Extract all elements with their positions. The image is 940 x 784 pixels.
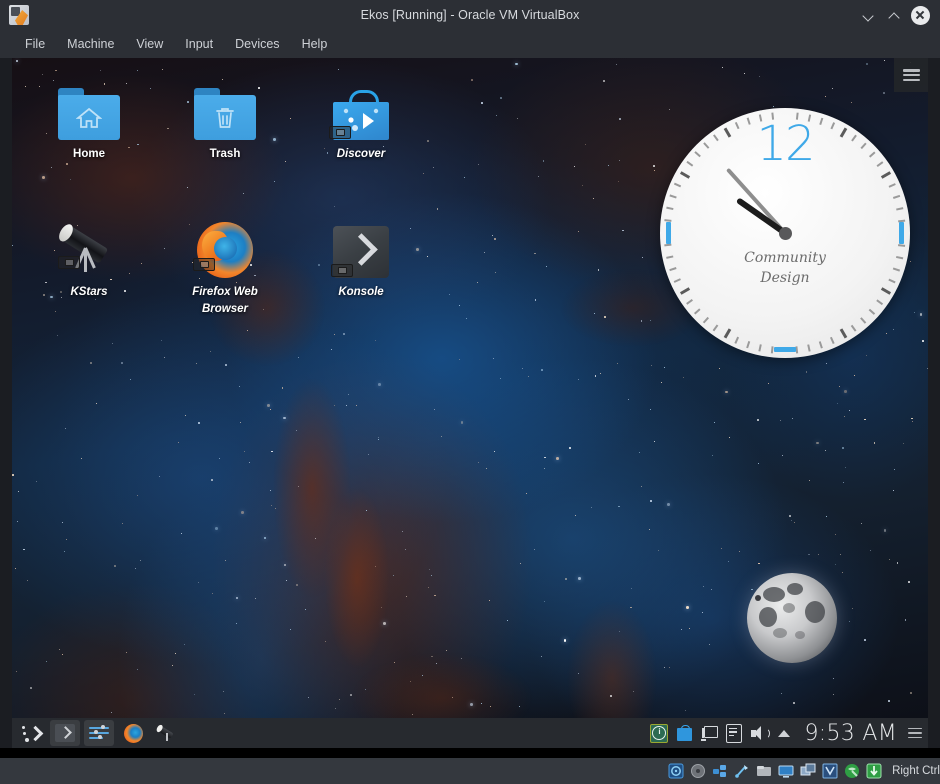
sliders-icon	[89, 724, 109, 742]
discover-updates-tray-icon[interactable]	[675, 724, 693, 742]
taskbar-clock[interactable]: 9:53 AM	[800, 721, 901, 746]
system-info-tray-icon[interactable]: i	[650, 723, 669, 743]
close-button[interactable]	[908, 3, 932, 27]
menubar: File Machine View Input Devices Help	[0, 30, 940, 58]
trash-folder-icon	[170, 80, 280, 140]
menu-input[interactable]: Input	[174, 33, 224, 55]
kde-menu-icon	[21, 724, 43, 743]
firefox-task[interactable]	[118, 720, 148, 746]
menu-machine[interactable]: Machine	[56, 33, 125, 55]
display-indicator[interactable]	[778, 763, 794, 779]
clock-caption-line1: Community	[744, 250, 826, 266]
clock-caption: Community Design	[660, 248, 910, 288]
moon-phase-widget[interactable]	[747, 573, 837, 663]
panel-menu-icon[interactable]	[908, 727, 922, 739]
link-badge-icon	[58, 256, 80, 269]
analog-clock-widget[interactable]: 12 Community Design	[660, 108, 910, 358]
clipboard-tray-icon[interactable]	[725, 723, 743, 743]
clock-numeral-12: 12	[756, 116, 815, 172]
desktop-corner-panel[interactable]	[894, 58, 928, 92]
link-badge-icon	[193, 258, 215, 271]
guest-additions-indicator[interactable]	[866, 763, 882, 779]
menu-file[interactable]: File	[14, 33, 56, 55]
discover-bag-icon	[306, 80, 416, 140]
minimize-button[interactable]	[856, 3, 880, 27]
desktop-icon-kstars[interactable]: KStars	[34, 218, 144, 301]
konsole-task[interactable]	[50, 720, 80, 746]
hamburger-menu-icon[interactable]	[902, 69, 920, 81]
telescope-icon	[157, 724, 177, 742]
desktop-icon-label: Konsole	[338, 286, 384, 298]
mouse-integration-indicator[interactable]	[844, 763, 860, 779]
desktop-icon-firefox[interactable]: Firefox Web Browser	[170, 218, 280, 318]
vm-bottom-border	[0, 748, 940, 758]
menu-view[interactable]: View	[125, 33, 174, 55]
kstars-task[interactable]	[152, 720, 182, 746]
desktop-icon-konsole[interactable]: Konsole	[306, 218, 416, 301]
konsole-terminal-icon	[306, 218, 416, 278]
window-title: Ekos [Running] - Oracle VM VirtualBox	[360, 8, 580, 22]
firefox-icon	[170, 218, 280, 278]
clock-center-pin	[778, 226, 792, 240]
hard-disk-indicator[interactable]	[668, 763, 684, 779]
shared-folders-indicator[interactable]	[756, 763, 772, 779]
virtualbox-window: Ekos [Running] - Oracle VM VirtualBox Fi…	[0, 0, 940, 784]
menu-devices[interactable]: Devices	[224, 33, 290, 55]
chevron-up-icon	[778, 729, 791, 737]
vm-indicator[interactable]	[822, 763, 838, 779]
link-badge-icon	[331, 264, 353, 277]
terminal-icon	[55, 724, 75, 742]
telescope-icon	[34, 218, 144, 278]
virtualbox-icon	[9, 5, 29, 25]
host-key-label: Right Ctrl	[892, 765, 940, 777]
window-controls	[856, 3, 940, 27]
network-indicator[interactable]	[712, 763, 728, 779]
kde-taskbar: i 9:53 AM	[12, 718, 928, 748]
menu-help[interactable]: Help	[291, 33, 339, 55]
desktop-icon-discover[interactable]: Discover	[306, 80, 416, 163]
desktop-icon-label: Home	[73, 148, 105, 160]
link-badge-icon	[329, 126, 351, 139]
maximize-button[interactable]	[882, 3, 906, 27]
desktop-icon-home[interactable]: Home	[34, 80, 144, 163]
system-tray: i 9:53 AM	[650, 721, 928, 746]
firefox-icon	[123, 723, 143, 743]
volume-tray-icon[interactable]	[750, 724, 770, 742]
usb-indicator[interactable]	[734, 763, 750, 779]
vm-right-border	[928, 58, 940, 718]
optical-disk-indicator[interactable]	[690, 763, 706, 779]
show-hidden-icons-button[interactable]	[775, 724, 793, 742]
recording-indicator[interactable]	[800, 763, 816, 779]
vm-left-border	[0, 58, 12, 718]
desktop-icon-label: Trash	[209, 148, 241, 160]
desktop-icon-label: KStars	[70, 286, 108, 298]
window-titlebar: Ekos [Running] - Oracle VM VirtualBox	[0, 0, 940, 30]
desktop-icon-label: Firefox Web Browser	[192, 286, 258, 315]
clock-caption-line2: Design	[760, 270, 810, 286]
home-folder-icon	[34, 80, 144, 140]
desktop-icon-label: Discover	[336, 148, 386, 160]
desktop-icon-trash[interactable]: Trash	[170, 80, 280, 163]
virtualbox-statusbar: Right Ctrl	[0, 758, 940, 784]
network-monitor-tray-icon[interactable]	[700, 724, 718, 742]
kde-application-launcher[interactable]	[16, 720, 46, 746]
vm-guest-screen[interactable]: Home Trash Discover KStars Firefox Web B…	[12, 58, 928, 718]
system-settings-task[interactable]	[84, 720, 114, 746]
